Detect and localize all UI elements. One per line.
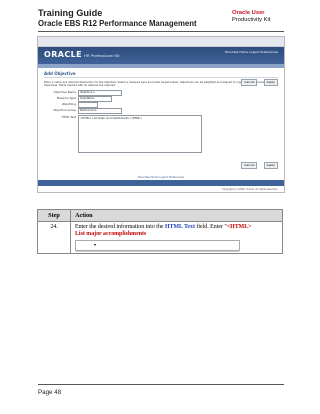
brand-line2: Productivity Kit bbox=[232, 16, 271, 23]
step-column-header: Step bbox=[37, 209, 71, 222]
html-text-label: HTML Text bbox=[61, 114, 76, 119]
footer-rule bbox=[38, 384, 284, 385]
step-number: 24. bbox=[37, 221, 71, 254]
browser-toolbar bbox=[38, 37, 284, 47]
html-text-field[interactable]: <HTML> List major accomplishments </HTML… bbox=[78, 114, 202, 153]
footer-links[interactable]: Favorites Home Logout Preferences bbox=[38, 176, 284, 179]
app-name: HR Professional Kit bbox=[84, 53, 120, 58]
top-button-row: Cancel Apply bbox=[240, 68, 278, 87]
bottom-button-row: Cancel Apply bbox=[240, 151, 278, 170]
brand-label: Oracle User bbox=[232, 10, 265, 16]
header-rule bbox=[38, 31, 284, 32]
cancel-button[interactable]: Cancel bbox=[241, 79, 258, 86]
entry-value-line2: List major accomplishments bbox=[75, 231, 147, 237]
global-links[interactable]: Favorites Home Logout Preferences bbox=[225, 50, 278, 54]
step-action-table: Step Action 24. Enter the desired inform… bbox=[37, 209, 283, 254]
objective-form: Objective Name Objective 1 Measure Type … bbox=[50, 89, 284, 153]
footer-bar bbox=[38, 180, 284, 186]
objective-name-label: Objective Name bbox=[53, 89, 76, 94]
action-cell: Enter the desired information into the H… bbox=[70, 221, 283, 254]
entry-value-line1: <HTML> bbox=[226, 224, 252, 230]
weighting-label: Weighting bbox=[61, 101, 76, 106]
upk-logo: Oracle User Productivity Kit bbox=[232, 10, 270, 24]
objective-group-field[interactable]: Performance bbox=[78, 107, 122, 114]
action-text: Enter the desired information into the H… bbox=[75, 224, 252, 230]
doc-subtitle: Oracle EBS R12 Performance Management bbox=[38, 19, 197, 28]
field-inset-image: ▾ bbox=[75, 240, 240, 252]
objective-group-label: Objective Group bbox=[53, 107, 76, 112]
table-row: 24. Enter the desired information into t… bbox=[37, 221, 283, 254]
copyright-text: Copyright (c) 2006, Oracle. All rights r… bbox=[222, 188, 278, 191]
cursor-icon: ▾ bbox=[94, 242, 97, 247]
apply-button-bottom[interactable]: Apply bbox=[263, 162, 278, 169]
doc-title: Training Guide bbox=[38, 8, 103, 18]
application-screenshot: ORACLE HR Professional Kit Favorites Hom… bbox=[37, 36, 285, 193]
measure-type-label: Measure Type bbox=[56, 95, 76, 100]
apply-button[interactable]: Apply bbox=[263, 79, 278, 86]
app-banner: ORACLE HR Professional Kit Favorites Hom… bbox=[38, 47, 284, 64]
cancel-button-bottom[interactable]: Cancel bbox=[241, 162, 258, 169]
field-name: HTML Text bbox=[164, 224, 195, 230]
action-column-header: Action bbox=[70, 209, 283, 222]
oracle-logo: ORACLE bbox=[44, 50, 82, 59]
page-number: Page 48 bbox=[38, 389, 62, 396]
